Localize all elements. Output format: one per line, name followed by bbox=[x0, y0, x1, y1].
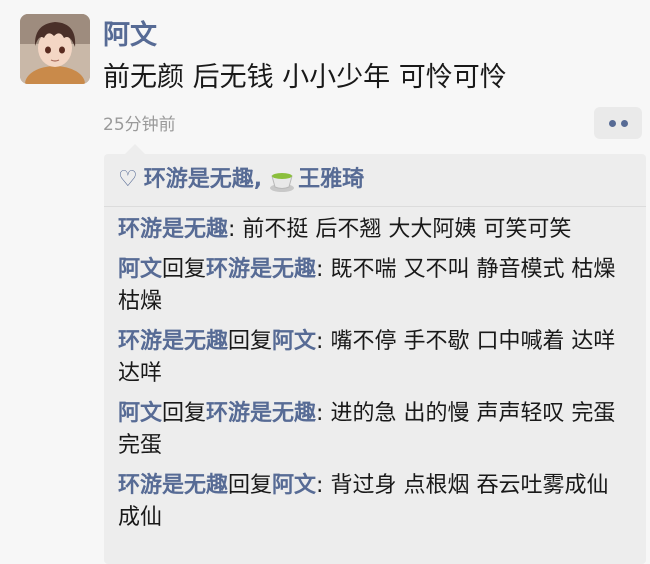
comment-colon: : bbox=[316, 257, 331, 282]
post-text: 前无颜 后无钱 小小少年 可怜可怜 bbox=[103, 62, 507, 93]
comment[interactable]: 阿文回复环游是无趣: 既不喘 又不叫 静音模式 枯燥枯燥 bbox=[118, 254, 628, 318]
comment-reply-word: 回复 bbox=[228, 329, 273, 354]
comment[interactable]: 环游是无趣: 前不挺 后不翘 大大阿姨 可笑可笑 bbox=[118, 214, 628, 246]
comment-reply-word: 回复 bbox=[162, 257, 207, 282]
heart-outline-icon: ♡ bbox=[118, 167, 138, 192]
comment-to[interactable]: 环游是无趣 bbox=[206, 257, 316, 282]
comment-from[interactable]: 环游是无趣 bbox=[118, 473, 228, 498]
post-author-name[interactable]: 阿文 bbox=[103, 18, 157, 54]
more-dots-icon bbox=[608, 119, 616, 127]
like-user[interactable]: 王雅琦 bbox=[298, 164, 364, 196]
comment-reply-word: 回复 bbox=[162, 401, 207, 426]
like-user[interactable]: 环游是无趣 bbox=[144, 164, 254, 196]
comment-text: 前不挺 后不翘 大大阿姨 可笑可笑 bbox=[242, 217, 572, 242]
anime-boy-avatar-image bbox=[20, 14, 90, 84]
comment[interactable]: 阿文回复环游是无趣: 进的急 出的慢 声声轻叹 完蛋完蛋 bbox=[118, 398, 628, 462]
comment-from[interactable]: 环游是无趣 bbox=[118, 217, 228, 242]
panel-arrow bbox=[125, 144, 145, 154]
comments-list: 环游是无趣: 前不挺 后不翘 大大阿姨 可笑可笑 阿文回复环游是无趣: 既不喘 … bbox=[118, 214, 628, 542]
comment-to[interactable]: 环游是无趣 bbox=[206, 401, 316, 426]
comment-reply-word: 回复 bbox=[228, 473, 273, 498]
comment-colon: : bbox=[316, 473, 331, 498]
tea-cup-icon bbox=[268, 166, 296, 194]
comment-colon: : bbox=[228, 217, 243, 242]
comment[interactable]: 环游是无趣回复阿文: 嘴不停 手不歇 口中喊着 达咩达咩 bbox=[118, 326, 628, 390]
more-button[interactable] bbox=[594, 107, 642, 139]
avatar[interactable] bbox=[20, 14, 90, 84]
comment-from[interactable]: 阿文 bbox=[118, 401, 162, 426]
comment-to[interactable]: 阿文 bbox=[272, 473, 316, 498]
more-dots-icon bbox=[620, 119, 628, 127]
comment-to[interactable]: 阿文 bbox=[272, 329, 316, 354]
divider bbox=[104, 206, 646, 207]
comment[interactable]: 环游是无趣回复阿文: 背过身 点根烟 吞云吐雾成仙成仙 bbox=[118, 470, 628, 534]
post-timestamp: 25分钟前 bbox=[103, 115, 176, 135]
likes-row: ♡ 环游是无趣 , 王雅琦 bbox=[118, 164, 364, 196]
comment-from[interactable]: 环游是无趣 bbox=[118, 329, 228, 354]
likes-comments-panel: ♡ 环游是无趣 , 王雅琦 环游是无趣: 前不挺 后不翘 大大阿姨 可笑可笑 阿… bbox=[104, 154, 646, 564]
comment-colon: : bbox=[316, 329, 331, 354]
comment-colon: : bbox=[316, 401, 331, 426]
like-separator: , bbox=[253, 167, 263, 192]
comment-from[interactable]: 阿文 bbox=[118, 257, 162, 282]
